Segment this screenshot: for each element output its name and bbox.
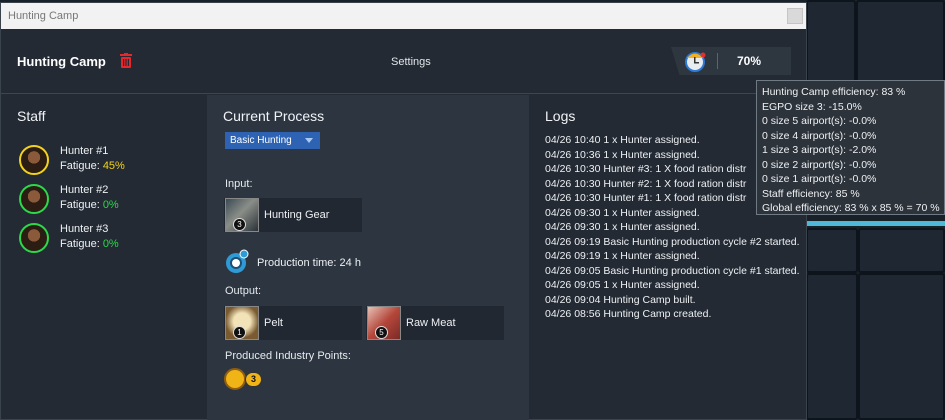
industry-points-value: 3: [245, 372, 262, 387]
output-item-name: Pelt: [264, 317, 283, 329]
fatigue-value: 0%: [102, 199, 119, 211]
tooltip-line: 0 size 4 airport(s): -0.0%: [762, 129, 877, 142]
hunter-avatar: [19, 223, 49, 253]
efficiency-value: 70%: [737, 54, 762, 68]
trash-icon[interactable]: [120, 53, 132, 68]
log-entry: 04/26 08:56 Hunting Camp created.: [545, 308, 712, 320]
map-highlight-line: [806, 221, 945, 226]
chevron-down-icon: [305, 138, 313, 143]
hunting-camp-window: Hunting Camp Hunting Camp Settings 70% S…: [0, 2, 807, 420]
tooltip-line: EGPO size 3: -15.0%: [762, 100, 862, 113]
building-header: Hunting Camp Settings 70%: [1, 29, 806, 94]
quantity-badge: 1: [233, 326, 246, 339]
log-entry: 04/26 09:05 Basic Hunting production cyc…: [545, 264, 800, 277]
efficiency-tooltip: Hunting Camp efficiency: 83 % EGPO size …: [756, 80, 945, 215]
staff-fatigue: Fatigue: 0%: [60, 199, 119, 211]
window-title: Hunting Camp: [8, 10, 79, 22]
tooltip-line: 0 size 1 airport(s): -0.0%: [762, 173, 877, 185]
tooltip-line: 0 size 5 airport(s): -0.0%: [762, 115, 877, 127]
logs-title: Logs: [545, 108, 576, 124]
fatigue-label: Fatigue:: [60, 238, 100, 250]
input-item[interactable]: 3 Hunting Gear: [224, 198, 362, 232]
output-item[interactable]: 1 Pelt: [224, 306, 362, 340]
industry-points-label: Produced Industry Points:: [225, 350, 351, 362]
output-item-name: Raw Meat: [406, 317, 456, 329]
production-time: Production time: 24 h: [257, 257, 361, 269]
hunter-avatar: [19, 184, 49, 214]
staff-member[interactable]: Hunter #2 Fatigue: 0%: [19, 182, 199, 216]
staff-member[interactable]: Hunter #3 Fatigue: 0%: [19, 221, 199, 255]
process-select[interactable]: Basic Hunting: [225, 132, 320, 149]
log-entry: 04/26 09:19 Basic Hunting production cyc…: [545, 235, 800, 248]
efficiency-separator: [717, 53, 718, 69]
process-select-value: Basic Hunting: [230, 135, 292, 146]
staff-name: Hunter #1: [60, 145, 109, 157]
input-item-name: Hunting Gear: [264, 209, 330, 221]
production-gear-icon: [226, 249, 249, 273]
map-tile: [806, 0, 856, 90]
log-entry: 04/26 10:30 Hunter #3: 1 X food ration d…: [545, 163, 747, 175]
fatigue-value: 45%: [102, 160, 125, 172]
staff-name: Hunter #2: [60, 184, 109, 196]
fatigue-label: Fatigue:: [60, 160, 100, 172]
log-entry: 04/26 10:30 Hunter #2: 1 X food ration d…: [545, 177, 747, 190]
staff-fatigue: Fatigue: 45%: [60, 160, 125, 172]
log-entry: 04/26 09:30 1 x Hunter assigned.: [545, 221, 700, 233]
log-entry: 04/26 09:05 1 x Hunter assigned.: [545, 279, 700, 291]
tooltip-line: 0 size 2 airport(s): -0.0%: [762, 158, 877, 171]
window-titlebar[interactable]: Hunting Camp: [1, 3, 806, 29]
input-label: Input:: [225, 178, 253, 190]
staff-name: Hunter #3: [60, 223, 109, 235]
fatigue-value: 0%: [102, 238, 119, 250]
process-column: Current Process Basic Hunting Input: 3 H…: [207, 95, 529, 420]
staff-column: Staff Hunter #1 Fatigue: 45% Hunter #2 F…: [1, 95, 207, 420]
building-title: Hunting Camp: [17, 54, 106, 69]
quantity-badge: 5: [375, 326, 388, 339]
tooltip-line: 1 size 3 airport(s): -2.0%: [762, 144, 877, 156]
log-entry: 04/26 09:04 Hunting Camp built.: [545, 293, 696, 306]
tooltip-line: Hunting Camp efficiency: 83 %: [762, 86, 906, 98]
output-label: Output:: [225, 285, 262, 297]
process-title: Current Process: [223, 108, 325, 124]
log-entry: 04/26 09:19 1 x Hunter assigned.: [545, 250, 700, 262]
efficiency-indicator[interactable]: 70%: [671, 47, 791, 75]
content-columns: Staff Hunter #1 Fatigue: 45% Hunter #2 F…: [1, 95, 806, 420]
map-tile: [856, 0, 945, 90]
staff-fatigue: Fatigue: 0%: [60, 238, 119, 250]
quantity-badge: 3: [233, 218, 246, 231]
staff-member[interactable]: Hunter #1 Fatigue: 45%: [19, 143, 199, 177]
map-tile: [858, 273, 945, 420]
output-item[interactable]: 5 Raw Meat: [366, 306, 504, 340]
hunter-avatar: [19, 145, 49, 175]
map-tile: [806, 273, 858, 420]
staff-title: Staff: [17, 108, 46, 124]
worker-clock-icon: [685, 52, 706, 72]
fatigue-label: Fatigue:: [60, 199, 100, 211]
tooltip-line: Global efficiency: 83 % x 85 % = 70 %: [762, 202, 940, 214]
map-tile: [858, 228, 945, 273]
window-close-button[interactable]: [787, 8, 803, 24]
map-tile: [806, 228, 858, 273]
log-entry: 04/26 10:30 Hunter #1: 1 X food ration d…: [545, 192, 747, 204]
industry-points-icon: [224, 368, 246, 390]
tooltip-line: Staff efficiency: 85 %: [762, 187, 860, 200]
settings-tab[interactable]: Settings: [391, 56, 431, 68]
